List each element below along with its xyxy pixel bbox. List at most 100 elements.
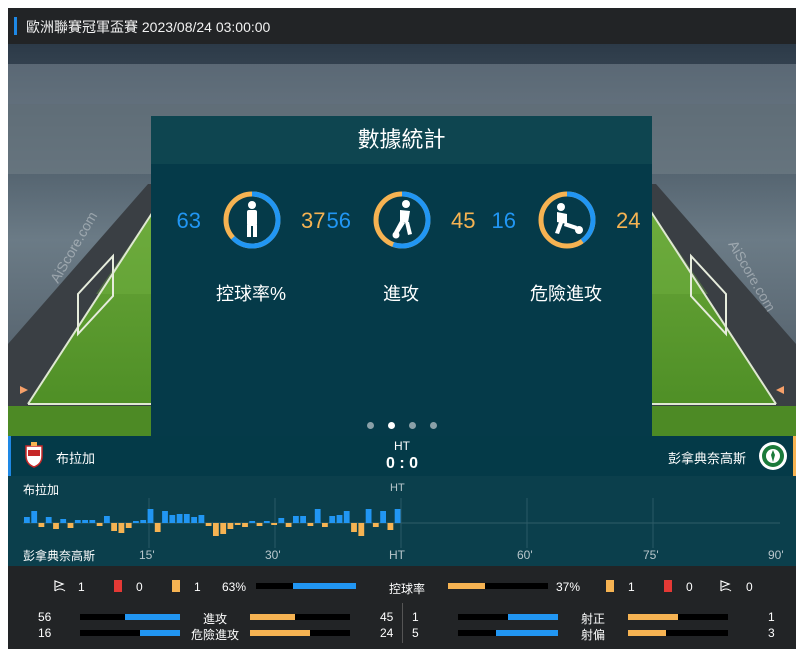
momentum-bar: [53, 523, 59, 529]
summary-divider: [402, 603, 403, 643]
stat-dangerous-attacks: 16 24 危險進攻: [486, 190, 646, 330]
stat-away-value: 24: [616, 208, 641, 233]
summary-stats: 1 0 1 63% 控球率 37% 1 0 0 56 進攻 45 16 危險進攻…: [8, 566, 796, 649]
momentum-bar: [125, 523, 132, 528]
away-attacks: 45: [380, 610, 394, 624]
momentum-bar: [104, 516, 110, 523]
stat-label: 進攻: [383, 284, 419, 304]
stat-label: 危險進攻: [530, 284, 602, 304]
carousel-dot[interactable]: [430, 422, 437, 429]
red-card-icon: [114, 580, 122, 592]
timeline-ht-label: HT: [390, 482, 405, 494]
momentum-bar: [162, 511, 168, 523]
carousel-pagination: [8, 416, 796, 429]
momentum-bar: [343, 511, 350, 523]
momentum-bar: [67, 523, 74, 528]
momentum-bar: [365, 509, 372, 523]
momentum-bar: [372, 523, 379, 527]
stat-attacks: 56 45 進攻: [321, 190, 481, 330]
timeline-tick: 30': [265, 548, 281, 562]
home-shots-off-target: 5: [412, 626, 419, 640]
away-possession-bar: [448, 583, 548, 589]
momentum-bar: [213, 523, 219, 536]
home-shots-on-target-bar: [458, 614, 558, 620]
possession-ring: [223, 191, 281, 249]
away-dangerous-attacks: 24: [380, 626, 394, 640]
carousel-dot[interactable]: [367, 422, 374, 429]
timeline-home-label: 布拉加: [23, 483, 60, 497]
home-shots-on-target: 1: [412, 610, 419, 624]
momentum-bar: [147, 509, 154, 523]
momentum-bar: [111, 523, 117, 531]
home-red-cards: 0: [136, 580, 143, 594]
match-widget: 歐洲聯賽冠軍盃賽 2023/08/24 03:00:00 AiScore.com…: [8, 8, 796, 649]
momentum-bar: [249, 521, 256, 523]
momentum-bar: [293, 516, 299, 523]
momentum-bar: [387, 523, 394, 530]
stats-panel-title: 數據統計: [151, 116, 652, 164]
away-red-cards: 0: [686, 580, 693, 594]
away-shots-off-target: 3: [768, 626, 775, 640]
home-yellow-cards: 1: [194, 580, 201, 594]
stadium-background: AiScore.com AiScore.com 數據統計 63 37 控球率% …: [8, 44, 796, 436]
carousel-dot-active[interactable]: [388, 422, 395, 429]
player-kicking-icon: [555, 203, 583, 234]
momentum-bar: [38, 523, 45, 527]
momentum-bar: [24, 517, 30, 523]
momentum-bar: [45, 517, 52, 523]
home-team-name[interactable]: 布拉加: [56, 448, 95, 467]
momentum-bar: [89, 520, 96, 523]
timeline-tick: HT: [389, 548, 405, 562]
momentum-bar: [198, 515, 205, 523]
title-bar: 歐洲聯賽冠軍盃賽 2023/08/24 03:00:00: [8, 8, 796, 44]
home-attacks: 56: [38, 610, 52, 624]
stat-home-value: 63: [176, 208, 201, 233]
momentum-bar: [205, 523, 212, 526]
stat-label: 控球率%: [215, 284, 286, 304]
momentum-bar: [60, 519, 67, 523]
away-shots-on-target-bar: [628, 614, 728, 620]
momentum-bar: [220, 523, 227, 534]
momentum-bar: [322, 523, 328, 527]
away-team-name[interactable]: 彭拿典奈高斯: [668, 448, 746, 467]
momentum-timeline: 布拉加 HT 彭拿典奈高斯 15' 30' HT 60' 75' 90': [8, 476, 796, 566]
match-period: HT: [394, 439, 410, 453]
yellow-card-icon: [606, 580, 614, 592]
home-color-edge: [8, 436, 11, 476]
scoreboard: 布拉加 HT 0 : 0 彭拿典奈高斯: [8, 436, 796, 476]
shots-on-target-label: 射正: [580, 612, 605, 626]
away-dangerous-attacks-bar: [250, 630, 350, 636]
momentum-bar: [285, 523, 292, 527]
stats-panel: 數據統計 63 37 控球率% 56 45 進攻 16 24 危險進攻: [151, 116, 652, 436]
player-running-icon: [392, 200, 412, 239]
momentum-bar: [191, 517, 197, 523]
stat-away-value: 45: [451, 208, 476, 233]
away-attacks-bar: [250, 614, 350, 620]
corner-flag-icon: [54, 580, 66, 592]
yellow-card-icon: [172, 580, 180, 592]
attacks-ring: [373, 191, 431, 249]
stat-home-value: 56: [326, 208, 351, 233]
timeline-tick: 75': [643, 548, 659, 562]
league-title: 歐洲聯賽冠軍盃賽 2023/08/24 03:00:00: [26, 19, 271, 35]
carousel-dot[interactable]: [409, 422, 416, 429]
match-score: 0 : 0: [385, 455, 418, 472]
home-attacks-bar: [80, 614, 180, 620]
away-shots-off-target-bar: [628, 630, 728, 636]
dangerous-attacks-ring: [538, 191, 596, 249]
away-possession: 37%: [556, 580, 581, 594]
momentum-bar: [329, 516, 336, 523]
red-card-icon: [664, 580, 672, 592]
shots-off-target-label: 射偏: [580, 628, 605, 642]
home-dangerous-attacks-bar: [80, 630, 180, 636]
away-corners: 0: [746, 580, 753, 594]
momentum-bar: [227, 523, 234, 529]
away-color-edge: [793, 436, 796, 476]
timeline-tick: 90': [768, 548, 784, 562]
momentum-bar: [169, 515, 176, 523]
corner-flag-icon: [720, 580, 732, 592]
momentum-bar: [176, 514, 183, 523]
momentum-bar: [82, 520, 88, 523]
momentum-bar: [74, 520, 81, 523]
momentum-bar: [380, 511, 386, 523]
